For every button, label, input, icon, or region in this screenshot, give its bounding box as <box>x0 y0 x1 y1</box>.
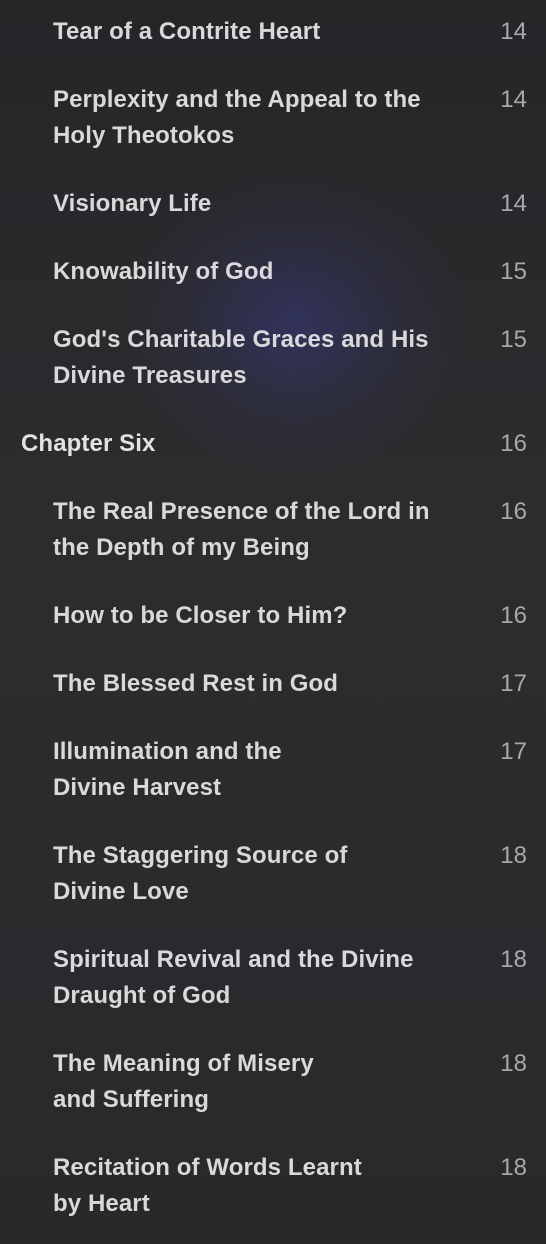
toc-item-title: Perplexity and the Appeal to the Holy Th… <box>53 86 421 149</box>
toc-item-title: The Blessed Rest in God <box>53 670 339 697</box>
toc-item-misery-and-suffering[interactable]: The Meaning of Misery and Suffering 18 <box>0 1046 546 1118</box>
toc-item-illumination[interactable]: Illumination and the Divine Harvest 17 <box>0 734 546 806</box>
toc-chapter-six[interactable]: Chapter Six 16 <box>0 426 546 486</box>
toc-item-charitable-graces[interactable]: God's Charitable Graces and His Divine T… <box>0 322 546 394</box>
toc-item-page-number: 14 <box>500 18 527 45</box>
toc-item-page-number: 17 <box>500 670 527 697</box>
toc-item-title: Illumination and the Divine Harvest <box>53 738 282 801</box>
toc-item-title: Spiritual Revival and the Divine Draught… <box>53 946 414 1009</box>
toc-item-page-number: 14 <box>500 86 527 113</box>
toc-item-staggering-source[interactable]: The Staggering Source of Divine Love 18 <box>0 838 546 910</box>
toc-chapter-title: Chapter Six <box>21 430 156 457</box>
toc-item-page-number: 14 <box>500 190 527 217</box>
toc-item-real-presence[interactable]: The Real Presence of the Lord in the Dep… <box>0 494 546 566</box>
toc-item-title: Recitation of Words Learnt by Heart <box>53 1154 362 1217</box>
toc-item-title: The Meaning of Misery and Suffering <box>53 1050 314 1113</box>
toc-item-title: Tear of a Contrite Heart <box>53 18 321 45</box>
toc-item-title: The Staggering Source of Divine Love <box>53 842 348 905</box>
toc-item-recitation-of-words[interactable]: Recitation of Words Learnt by Heart 18 <box>0 1150 546 1222</box>
toc-item-title: God's Charitable Graces and His Divine T… <box>53 326 429 389</box>
toc-item-page-number: 16 <box>500 602 527 629</box>
toc-item-visionary-life[interactable]: Visionary Life 14 <box>0 186 546 246</box>
toc-item-closer-to-him[interactable]: How to be Closer to Him? 16 <box>0 598 546 658</box>
toc-item-page-number: 18 <box>500 946 527 973</box>
toc-item-blessed-rest[interactable]: The Blessed Rest in God 17 <box>0 666 546 726</box>
toc-item-tear-of-a-contrite-heart[interactable]: Tear of a Contrite Heart 14 <box>0 14 546 74</box>
toc-item-page-number: 17 <box>500 738 527 765</box>
toc-item-page-number: 15 <box>500 258 527 285</box>
toc-item-page-number: 16 <box>500 498 527 525</box>
toc-item-page-number: 15 <box>500 326 527 353</box>
toc-item-knowability-of-god[interactable]: Knowability of God 15 <box>0 254 546 314</box>
toc-item-title: How to be Closer to Him? <box>53 602 348 629</box>
table-of-contents: Tear of a Contrite Heart 14 Perplexity a… <box>0 0 546 1244</box>
toc-item-title: Knowability of God <box>53 258 274 285</box>
toc-item-page-number: 18 <box>500 1154 527 1181</box>
toc-item-spiritual-revival[interactable]: Spiritual Revival and the Divine Draught… <box>0 942 546 1014</box>
toc-item-perplexity[interactable]: Perplexity and the Appeal to the Holy Th… <box>0 82 546 154</box>
toc-item-title: The Real Presence of the Lord in the Dep… <box>53 498 430 561</box>
toc-item-page-number: 18 <box>500 842 527 869</box>
toc-item-title: Visionary Life <box>53 190 212 217</box>
toc-item-page-number: 16 <box>500 430 527 457</box>
toc-item-page-number: 18 <box>500 1050 527 1077</box>
